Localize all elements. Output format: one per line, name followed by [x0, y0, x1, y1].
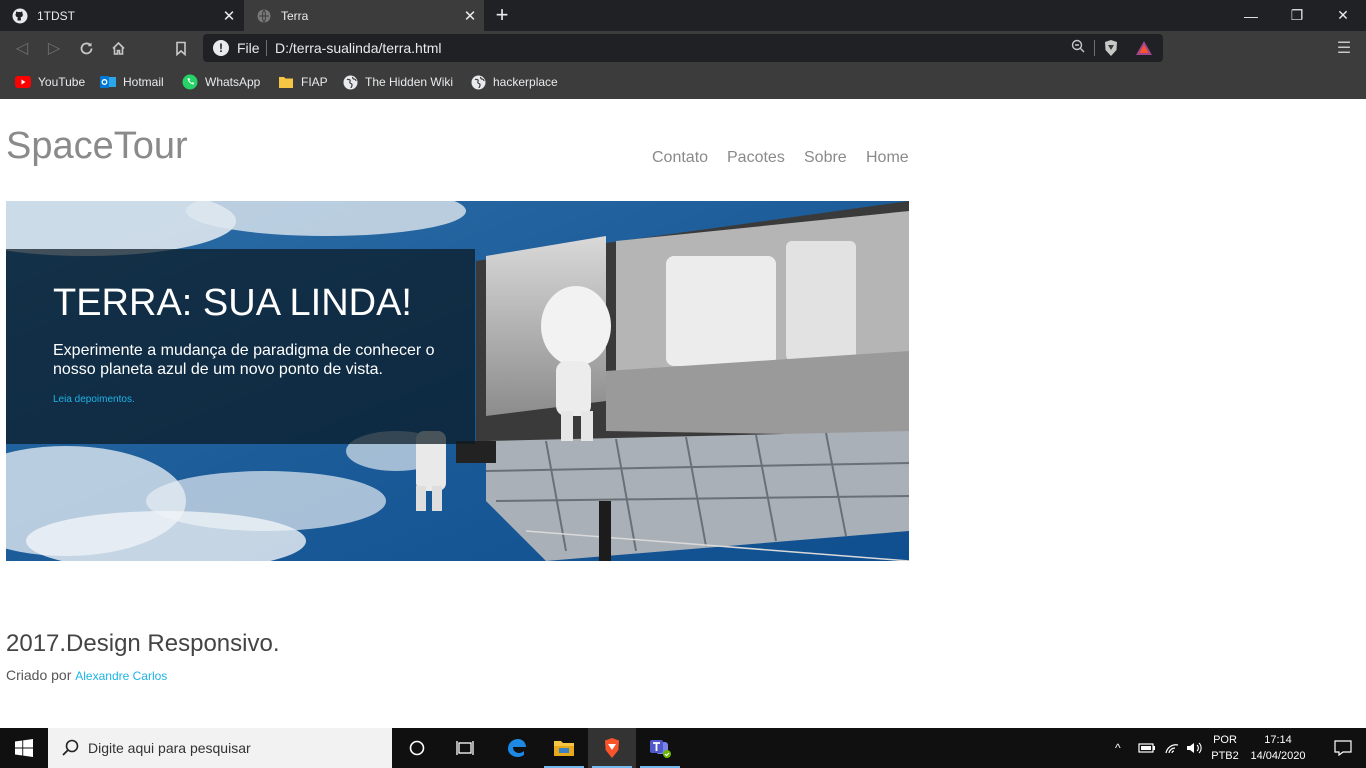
hero-banner: TERRA: SUA LINDA! Experimente a mudança … — [6, 201, 909, 561]
bookmark-label: YouTube — [38, 75, 86, 89]
bookmark-hackerplace[interactable]: hackerplace — [470, 72, 558, 92]
brave-shields-icon[interactable] — [1103, 39, 1119, 57]
outlook-icon — [100, 74, 116, 90]
home-icon[interactable] — [106, 37, 130, 59]
layout-code: PTB2 — [1211, 750, 1239, 762]
bookmark-label: WhatsApp — [205, 75, 261, 89]
start-button[interactable] — [0, 728, 48, 768]
address-bar[interactable]: ! File D:/terra-sualinda/terra.html — [203, 34, 1163, 62]
tab-title: 1TDST — [37, 8, 76, 23]
bookmark-hidden-wiki[interactable]: The Hidden Wiki — [342, 72, 453, 92]
file-explorer-icon[interactable] — [540, 728, 588, 768]
edge-icon[interactable] — [492, 728, 540, 768]
minimize-button[interactable]: — — [1228, 0, 1274, 31]
zoom-icon[interactable] — [1071, 39, 1085, 56]
bookmark-label: Hotmail — [123, 75, 164, 89]
windows-logo-icon — [15, 739, 33, 757]
footer-credit: Criado por Alexandre Carlos — [6, 667, 167, 683]
github-icon — [12, 8, 28, 24]
forward-icon[interactable]: ▷ — [42, 37, 66, 59]
bookmark-fiap[interactable]: FIAP — [278, 72, 328, 92]
browser-toolbar: ◁ ▷ ! File D:/terra-sualinda/terra.html … — [0, 31, 1366, 66]
bookmark-hotmail[interactable]: Hotmail — [100, 72, 164, 92]
footer-title: 2017.Design Responsivo. — [6, 630, 280, 657]
taskbar-search[interactable]: Digite aqui para pesquisar — [48, 728, 392, 768]
restore-button[interactable]: ❐ — [1274, 0, 1320, 31]
system-clock[interactable]: 17:14 14/04/2020 — [1248, 732, 1308, 764]
new-tab-button[interactable]: + — [490, 4, 514, 28]
hero-subtitle: Experimente a mudança de paradigma de co… — [53, 342, 435, 378]
bookmark-whatsapp[interactable]: WhatsApp — [182, 72, 260, 92]
task-view-icon[interactable] — [441, 728, 489, 768]
bookmark-label: FIAP — [301, 75, 328, 89]
search-placeholder: Digite aqui para pesquisar — [88, 740, 251, 756]
hero-title: TERRA: SUA LINDA! — [53, 282, 412, 324]
close-icon[interactable]: ✕ — [220, 7, 238, 25]
close-icon[interactable]: ✕ — [461, 7, 479, 25]
nav-link-pacotes[interactable]: Pacotes — [727, 149, 785, 167]
teams-icon[interactable] — [636, 728, 684, 768]
bookmark-label: hackerplace — [493, 75, 558, 89]
reload-icon[interactable] — [74, 37, 98, 59]
language-indicator[interactable]: POR PTB2 — [1210, 732, 1240, 764]
clock-date: 14/04/2020 — [1250, 750, 1306, 762]
tab-terra[interactable]: Terra ✕ — [244, 0, 484, 31]
info-icon[interactable]: ! — [213, 40, 229, 56]
bookmarks-bar: YouTube Hotmail WhatsApp FIAP The Hidden… — [0, 66, 1366, 99]
show-hidden-icons[interactable]: ^ — [1115, 728, 1121, 768]
author-link[interactable]: Alexandre Carlos — [75, 669, 167, 683]
back-icon[interactable]: ◁ — [10, 37, 34, 59]
tab-1tdst[interactable]: 1TDST ✕ — [0, 0, 243, 31]
globe-icon — [342, 74, 358, 90]
search-icon — [60, 738, 80, 758]
nav-link-sobre[interactable]: Sobre — [804, 149, 847, 167]
bookmark-icon[interactable] — [169, 37, 193, 59]
globe-icon — [256, 8, 272, 24]
page-viewport: SpaceTour Contato Pacotes Sobre Home TER… — [0, 99, 1366, 728]
bookmark-label: The Hidden Wiki — [365, 75, 454, 89]
folder-icon — [278, 74, 294, 90]
menu-icon[interactable]: ☰ — [1332, 37, 1356, 59]
nav-link-contato[interactable]: Contato — [652, 149, 708, 167]
credit-prefix: Criado por — [6, 667, 72, 683]
notification-center-icon[interactable] — [1320, 728, 1366, 768]
bookmark-youtube[interactable]: YouTube — [15, 72, 85, 92]
wifi-icon[interactable] — [1164, 728, 1180, 768]
whatsapp-icon — [182, 74, 198, 90]
brave-browser-icon[interactable] — [588, 728, 636, 768]
divider — [1094, 40, 1095, 56]
youtube-icon — [15, 74, 31, 90]
url-scheme: File — [237, 40, 260, 56]
tab-strip: 1TDST ✕ Terra ✕ + — ❐ ✕ — [0, 0, 1366, 31]
site-logo[interactable]: SpaceTour — [6, 125, 188, 168]
testimonials-link[interactable]: Leia depoimentos. — [53, 394, 135, 405]
lang-code: POR — [1213, 734, 1237, 746]
windows-taskbar: Digite aqui para pesquisar ^ POR PTB2 17… — [0, 728, 1366, 768]
hero-overlay: TERRA: SUA LINDA! Experimente a mudança … — [6, 249, 475, 444]
brave-rewards-icon[interactable] — [1135, 39, 1153, 57]
tab-title: Terra — [281, 8, 309, 23]
cortana-icon[interactable] — [393, 728, 441, 768]
volume-icon[interactable] — [1186, 728, 1202, 768]
battery-icon[interactable] — [1138, 728, 1156, 768]
close-window-button[interactable]: ✕ — [1320, 0, 1366, 31]
divider — [266, 40, 267, 56]
url-text[interactable]: D:/terra-sualinda/terra.html — [275, 40, 442, 56]
clock-time: 17:14 — [1264, 734, 1292, 746]
nav-link-home[interactable]: Home — [866, 149, 909, 167]
globe-icon — [470, 74, 486, 90]
